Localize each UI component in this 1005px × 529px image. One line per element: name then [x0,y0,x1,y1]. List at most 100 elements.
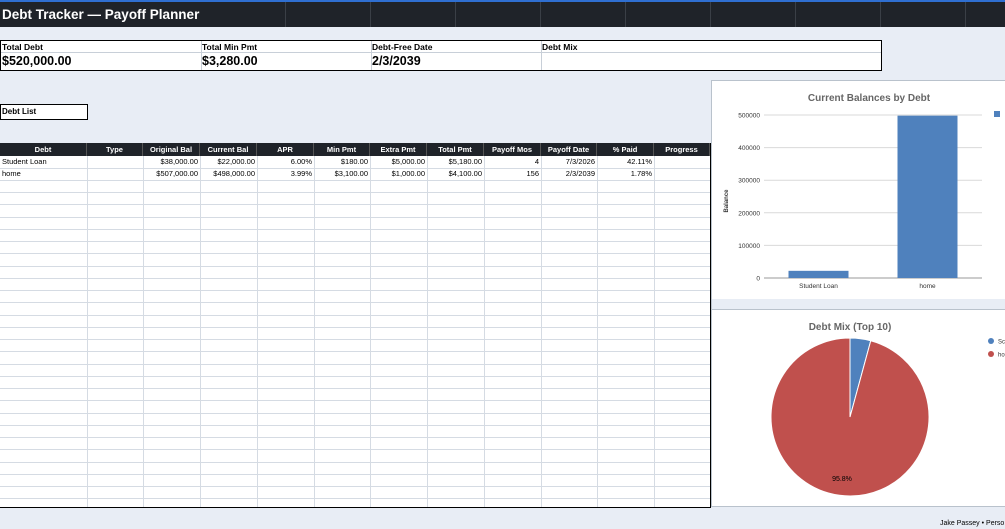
table-cell[interactable]: 156 [484,168,541,180]
table-row[interactable] [0,401,710,414]
table-row[interactable]: Student Loan $38,000.00 $22,000.00 6.00% $18… [0,156,710,169]
bar-chart-panel[interactable]: Current Balances by Debt 0 100000 200000 300… [711,80,1005,310]
legend-label: ho [998,353,1005,359]
table-row[interactable] [0,475,710,487]
table-cell[interactable]: $38,000.00 [143,156,200,168]
summary-total-debt[interactable]: Total Debt $520,000.00 [1,41,202,70]
table-cell[interactable]: $5,000.00 [370,156,427,168]
column-divider [200,156,201,507]
bar [788,270,849,278]
table-row[interactable] [0,303,710,316]
pie-slice [770,337,930,497]
table-cell[interactable] [87,168,143,180]
x-tick-label: Student Loan [799,283,838,290]
debt-list-label[interactable]: Debt List [0,104,88,120]
legend-swatch [988,338,994,344]
summary-total-min-pmt[interactable]: Total Min Pmt $3,280.00 [201,41,372,70]
pie-chart-title: Debt Mix (Top 10) [809,322,892,333]
y-tick-label: 300000 [738,178,760,185]
table-cell[interactable] [654,156,710,168]
column-header--paid[interactable]: % Paid [597,143,654,156]
column-header-payoff-mos[interactable]: Payoff Mos [484,143,541,156]
table-row[interactable] [0,487,710,500]
column-divider [597,156,598,507]
column-header-current-bal[interactable]: Current Bal [200,143,257,156]
table-cell[interactable]: $180.00 [314,156,370,168]
table-row[interactable] [0,340,710,353]
table-row[interactable] [0,291,710,304]
pie-chart: Debt Mix (Top 10) 95.8% Sc ho [770,322,1005,497]
table-row[interactable] [0,413,710,426]
column-divider [427,156,428,507]
table-row[interactable] [0,450,710,463]
table-row[interactable] [0,352,710,365]
column-divider [370,156,371,507]
y-tick-label: 500000 [738,113,760,120]
table-cell[interactable]: 4 [484,156,541,168]
table-row[interactable] [0,230,710,242]
table-row[interactable] [0,242,710,255]
column-divider [143,156,144,507]
bar-chart: Current Balances by Debt 0 100000 200000 300… [712,93,1005,309]
table-cell[interactable]: 2/3/2039 [541,168,597,180]
y-tick-label: 0 [756,276,760,283]
column-header-apr[interactable]: APR [257,143,314,156]
table-row[interactable] [0,462,710,475]
table-row[interactable] [0,279,710,291]
table-cell[interactable]: $1,000.00 [370,168,427,180]
column-divider [541,156,542,507]
column-header-original-bal[interactable]: Original Bal [143,143,200,156]
table-row[interactable] [0,254,710,267]
y-tick-label: 400000 [738,145,760,152]
table-row[interactable] [0,181,710,193]
table-cell[interactable]: $507,000.00 [143,168,200,180]
table-cell[interactable] [87,156,143,168]
table-row[interactable] [0,315,710,328]
x-tick-label: home [919,283,936,290]
legend-swatch [988,351,994,357]
column-header-extra-pmt[interactable]: Extra Pmt [370,143,427,156]
table-row[interactable] [0,193,710,206]
column-header-min-pmt[interactable]: Min Pmt [314,143,370,156]
column-header-type[interactable]: Type [87,143,143,156]
table-cell[interactable]: $3,100.00 [314,168,370,180]
summary-panel: Total Debt $520,000.00 Total Min Pmt $3,… [0,40,882,71]
column-header-total-pmt[interactable]: Total Pmt [427,143,484,156]
pie-chart-panel[interactable]: Debt Mix (Top 10) 95.8% Sc ho [711,309,1005,507]
column-divider [484,156,485,507]
table-cell[interactable]: 42.11% [597,156,654,168]
table-cell[interactable]: $22,000.00 [200,156,257,168]
bar-chart-title: Current Balances by Debt [808,93,931,104]
table-row[interactable] [0,266,710,279]
table-row[interactable]: home $507,000.00 $498,000.00 3.99% $3,100.00… [0,168,710,181]
table-row[interactable] [0,377,710,389]
column-header-progress[interactable]: Progress [654,143,710,156]
table-cell[interactable]: $498,000.00 [200,168,257,180]
legend-label: Sc [998,340,1005,346]
table-row[interactable] [0,364,710,377]
column-divider [314,156,315,507]
legend-swatch [994,111,1000,117]
table-cell[interactable]: 1.78% [597,168,654,180]
table-row[interactable] [0,426,710,438]
table-row[interactable] [0,438,710,451]
table-cell[interactable]: home [0,168,87,180]
table-cell[interactable]: $4,100.00 [427,168,484,180]
table-cell[interactable]: 3.99% [257,168,314,180]
summary-debt-free-date[interactable]: Debt-Free Date 2/3/2039 [371,41,542,70]
table-cell[interactable] [654,168,710,180]
table-cell[interactable]: Student Loan [0,156,87,168]
table-cell[interactable]: 6.00% [257,156,314,168]
table-row[interactable] [0,328,710,340]
table-cell[interactable]: 7/3/2026 [541,156,597,168]
table-row[interactable] [0,389,710,402]
column-header-debt[interactable]: Debt [0,143,87,156]
table-cell[interactable]: $5,180.00 [427,156,484,168]
chart-scrollbar [712,299,1005,309]
pie-data-label: 95.8% [832,476,852,483]
table-row[interactable] [0,205,710,218]
summary-debt-mix[interactable]: Debt Mix [541,41,880,70]
bar [897,115,958,278]
table-row[interactable] [0,217,710,230]
column-header-payoff-date[interactable]: Payoff Date [541,143,597,156]
